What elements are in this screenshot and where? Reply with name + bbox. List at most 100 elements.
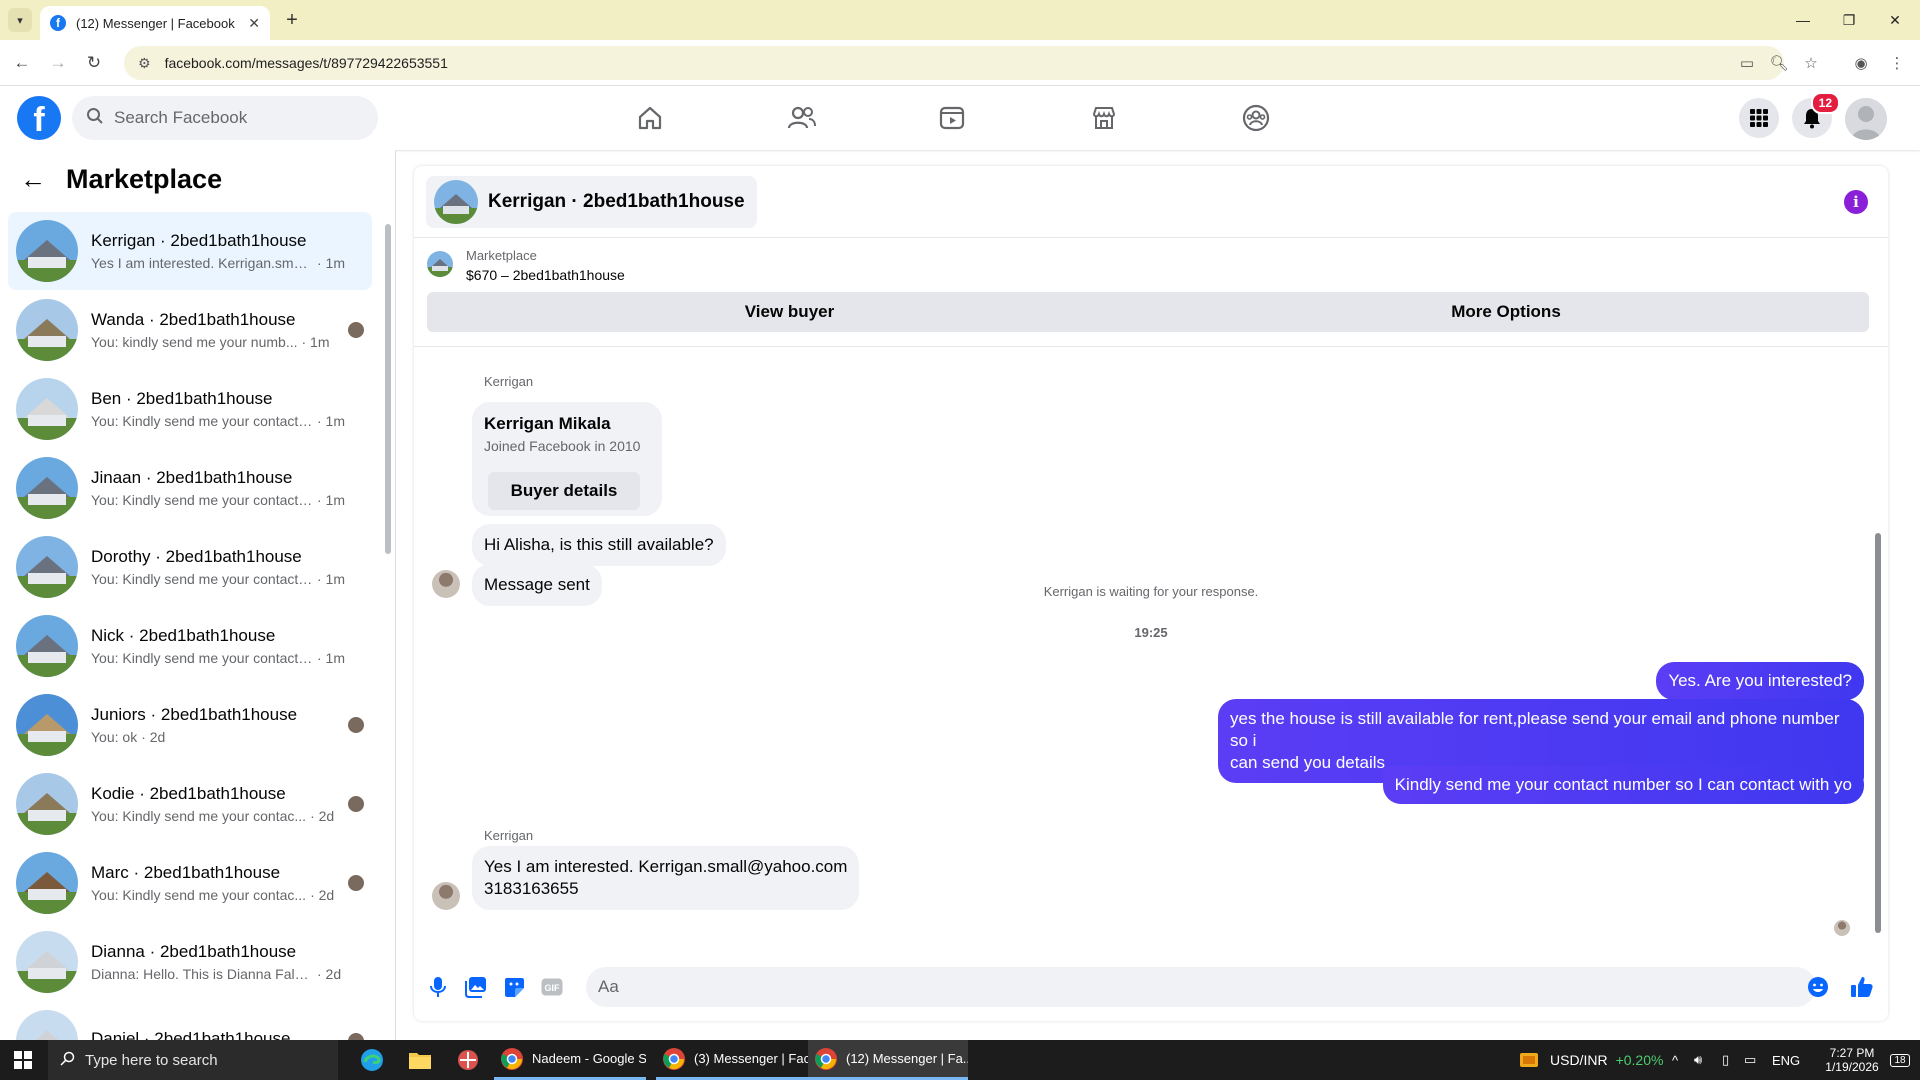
more-options-button[interactable]: More Options [1143,292,1869,332]
taskbar-chrome-window[interactable]: (12) Messenger | Fa... [808,1040,968,1080]
chat-title-button[interactable]: Kerrigan · 2bed1bath1house [426,176,757,228]
chat-scroll-thumb[interactable] [1875,533,1881,933]
conversation-text: Jinaan · 2bed1bath1house You: Kindly send… [91,468,372,508]
conversation-item[interactable]: Daniel · 2bed1bath1house [8,1002,372,1040]
conversation-text: Dianna · 2bed1bath1house Dianna: Hello. T… [91,942,372,982]
emoji-icon[interactable] [1806,975,1830,999]
file-explorer-icon[interactable] [398,1040,442,1080]
video-watch-icon[interactable] [932,98,972,138]
message-input[interactable] [586,967,1816,1007]
friends-icon[interactable] [782,98,822,138]
conversation-item[interactable]: Wanda · 2bed1bath1house You: kindly send … [8,291,372,369]
gif-icon[interactable]: GIF [540,975,564,999]
groups-icon[interactable] [1236,98,1276,138]
window-minimize-icon[interactable]: — [1780,6,1826,34]
conversation-preview-row: Yes I am interested. Kerrigan.small... · … [91,255,372,271]
conversation-item[interactable]: Dorothy · 2bed1bath1house You: Kindly sen… [8,528,372,606]
taskbar-chrome-window[interactable]: Nadeem - Google S... [494,1040,646,1080]
sidebar-scroll-thumb[interactable] [385,224,391,554]
conversation-preview-row: You: Kindly send me your contact ... · 1m [91,413,372,429]
conversation-item[interactable]: Juniors · 2bed1bath1house You: ok · 2d [8,686,372,764]
conversation-text: Nick · 2bed1bath1house You: Kindly send m… [91,626,372,666]
taskbar-search-input[interactable]: Type here to search [48,1040,338,1080]
facebook-search-input[interactable]: Search Facebook [72,96,378,140]
taskbar-chrome-window[interactable]: (3) Messenger | Fac... [656,1040,808,1080]
clock-time: 7:27 PM [1829,1046,1875,1060]
conversation-item[interactable]: Kerrigan · 2bed1bath1house Yes I am inter… [8,212,372,290]
message-thread: Kerrigan Kerrigan Mikala Joined Facebook… [414,348,1888,953]
conversation-text: Kerrigan · 2bed1bath1house Yes I am inter… [91,231,372,271]
notification-center-count: 18 [1890,1053,1910,1067]
tab-search-chevron-icon[interactable]: ▾ [8,8,32,32]
browser-menu-icon[interactable]: ⋮ [1886,52,1908,74]
message-composer: GIF [414,953,1888,1021]
marketplace-listing-bar: Marketplace $670 – 2bed1bath1house View … [414,239,1888,347]
system-clock[interactable]: 7:27 PM 1/19/2026 [1816,1040,1888,1080]
currency-ticker[interactable]: USD/INR +0.20% [1518,1040,1663,1080]
marketplace-icon[interactable] [1084,98,1124,138]
info-icon[interactable]: i [1844,190,1868,214]
browser-tab-active[interactable]: f (12) Messenger | Facebook ✕ [40,6,270,40]
conversation-thumbnail [16,773,78,835]
conversation-name: Marc · 2bed1bath1house [91,863,281,882]
home-icon[interactable] [630,98,670,138]
windows-start-icon[interactable] [0,1040,46,1080]
network-icon[interactable]: ▭ [1744,1040,1756,1080]
reply-line: Yes I am interested. Kerrigan.small@yaho… [484,857,848,876]
sidebar-scrollbar[interactable] [384,212,392,1040]
input-language[interactable]: ENG [1772,1040,1800,1080]
facebook-logo-icon[interactable]: f [17,96,61,140]
edge-browser-icon[interactable] [350,1040,394,1080]
ticker-icon [1518,1051,1540,1069]
back-arrow-icon[interactable]: ← [9,50,35,76]
tab-close-icon[interactable]: ✕ [248,15,260,32]
speaker-icon[interactable]: 🔊︎ [1694,1040,1702,1080]
new-tab-plus-icon[interactable]: + [280,8,304,32]
forward-arrow-icon[interactable]: → [45,50,71,76]
buyer-joined: Joined Facebook in 2010 [484,438,641,454]
conversation-time: · 1m [317,650,345,666]
profile-avatar[interactable] [1845,98,1887,140]
microphone-icon[interactable] [426,975,450,999]
zoom-icon[interactable]: 🔍︎ [1768,52,1790,74]
conversation-preview: You: kindly send me your numb... [91,334,298,350]
photo-icon[interactable] [464,975,488,999]
conversation-time: · 2d [310,887,335,903]
chat-title: Kerrigan · 2bed1bath1house [488,191,745,212]
menu-grid-icon[interactable] [1739,98,1779,138]
conversation-preview-row: You: Kindly send me your contact ... · 1m [91,492,372,508]
conversation-item[interactable]: Ben · 2bed1bath1house You: Kindly send me… [8,370,372,448]
conversation-item[interactable]: Jinaan · 2bed1bath1house You: Kindly send… [8,449,372,527]
buyer-name: Kerrigan Mikala [484,414,611,433]
notification-center-icon[interactable]: 18 [1880,1040,1920,1080]
view-buyer-button[interactable]: View buyer [427,292,1152,332]
conversation-item[interactable]: Dianna · 2bed1bath1house Dianna: Hello. T… [8,923,372,1001]
back-arrow-icon[interactable]: ← [20,164,46,195]
show-hidden-icons-icon[interactable]: ^ [1672,1040,1678,1080]
seen-receipt-avatar [1834,920,1850,936]
reload-icon[interactable]: ↻ [81,50,107,76]
tab-title: (12) Messenger | Facebook [76,15,235,31]
conversation-text: Dorothy · 2bed1bath1house You: Kindly sen… [91,547,372,587]
like-thumb-icon[interactable] [1850,975,1874,999]
chat-scrollbar[interactable] [1872,348,1884,953]
sticker-icon[interactable] [502,975,526,999]
listing-price[interactable]: $670 – 2bed1bath1house [466,267,625,283]
browser-profile-icon[interactable]: ◉ [1850,52,1872,74]
listing-thumbnail [427,251,453,277]
notifications-bell-icon[interactable]: 12 [1792,92,1840,138]
conversation-item[interactable]: Marc · 2bed1bath1house You: Kindly send m… [8,844,372,922]
sender-avatar[interactable] [432,882,460,910]
bookmark-star-icon[interactable]: ☆ [1800,52,1822,74]
conversation-thumbnail [16,220,78,282]
battery-icon[interactable]: ▯ [1722,1040,1729,1080]
window-restore-icon[interactable]: ❐ [1826,6,1872,34]
conversation-item[interactable]: Kodie · 2bed1bath1house You: Kindly send … [8,765,372,843]
site-info-icon[interactable]: ⚙ [138,55,151,72]
buyer-details-button[interactable]: Buyer details [488,472,640,510]
app-icon[interactable] [446,1040,490,1080]
install-app-icon[interactable]: ▭ [1736,52,1758,74]
window-close-icon[interactable]: ✕ [1872,6,1918,34]
conversation-item[interactable]: Nick · 2bed1bath1house You: Kindly send m… [8,607,372,685]
address-bar[interactable]: ⚙ facebook.com/messages/t/89772942265355… [124,46,1784,80]
